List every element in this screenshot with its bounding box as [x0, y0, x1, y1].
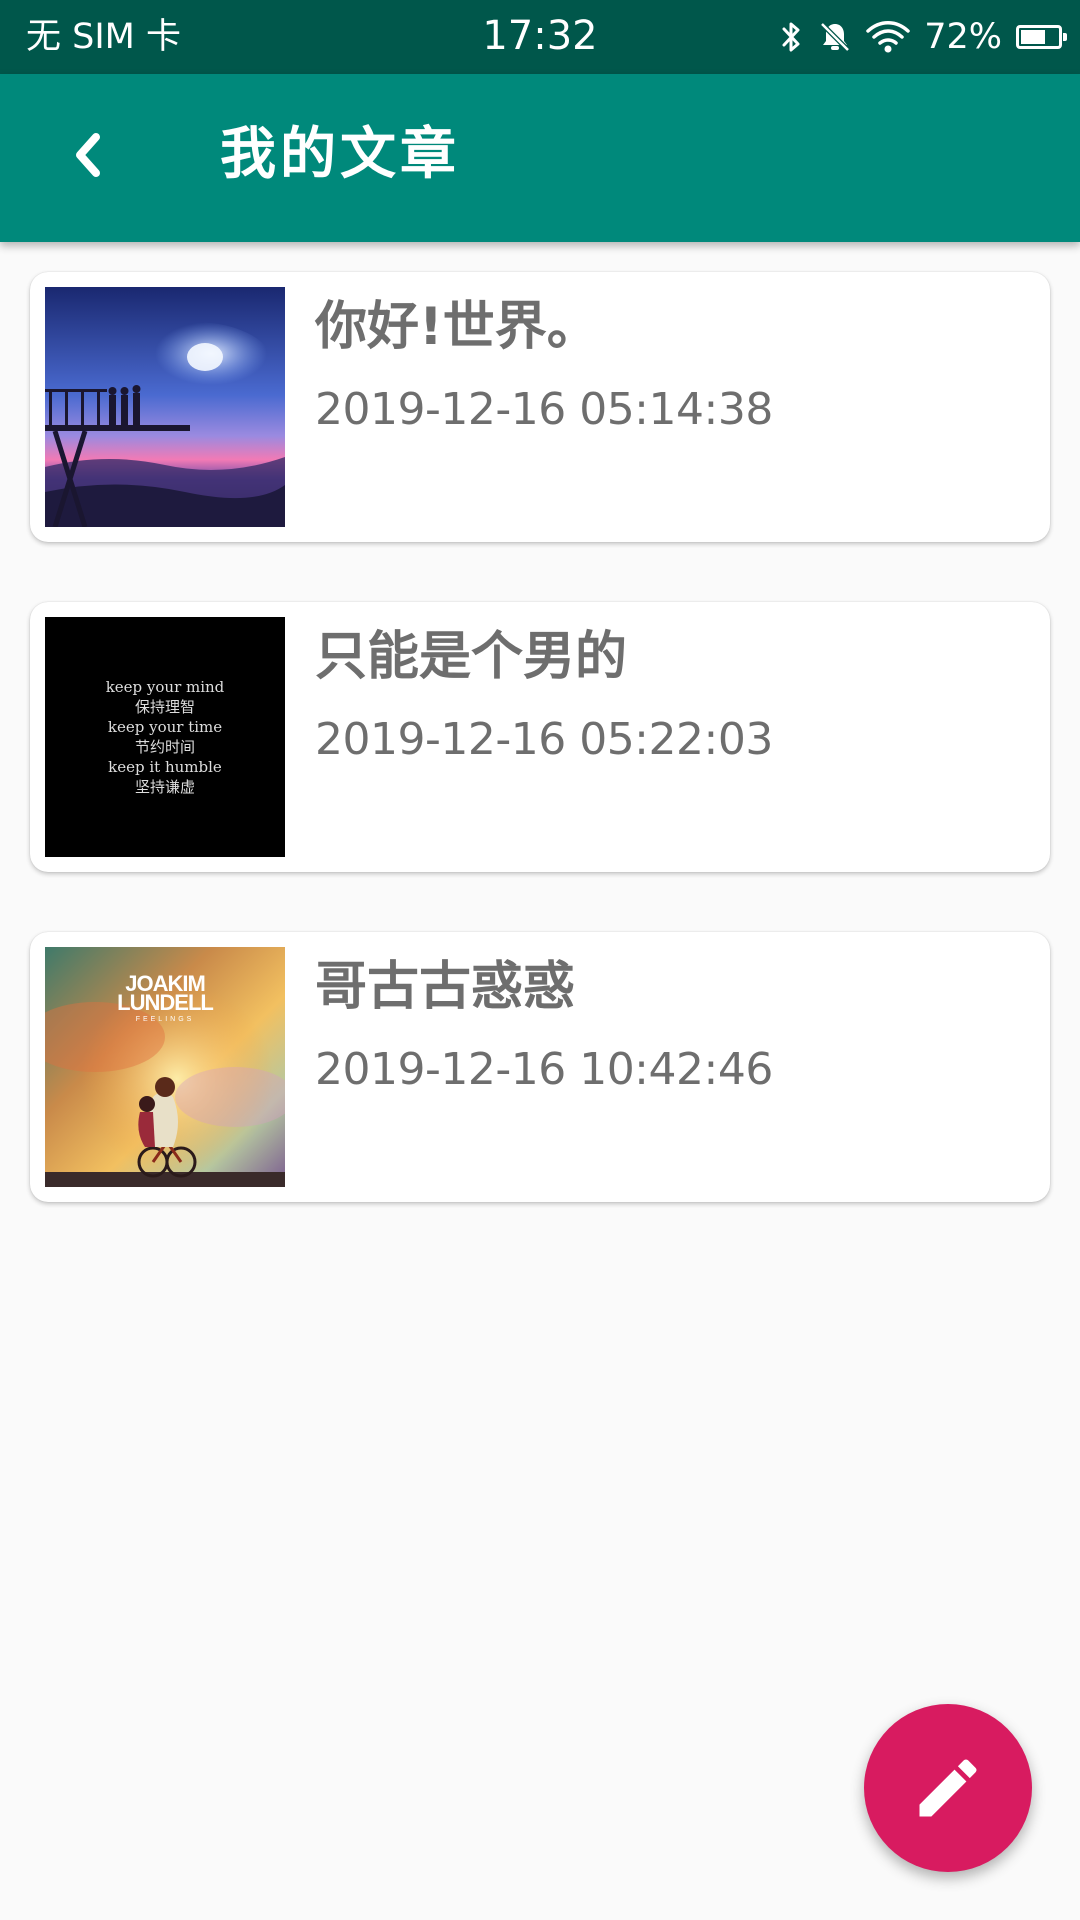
- status-icons: 72%: [780, 12, 1067, 62]
- wifi-icon: [866, 21, 910, 53]
- article-card[interactable]: 你好!世界。 2019-12-16 05:14:38: [30, 272, 1050, 542]
- album-cover-couple-bicycle: JOAKIM LUNDELL FEELINGS: [45, 947, 285, 1187]
- article-card[interactable]: JOAKIM LUNDELL FEELINGS 哥古古惑惑 2019-12-16…: [30, 932, 1050, 1202]
- pencil-icon: [919, 1759, 977, 1817]
- article-title: 哥古古惑惑: [315, 957, 576, 1017]
- album-artist-line: LUNDELL: [117, 990, 213, 1015]
- article-title: 只能是个男的: [315, 627, 628, 687]
- article-date: 2019-12-16 05:22:03: [315, 714, 773, 765]
- back-button[interactable]: [52, 120, 122, 190]
- quote-line: 节约时间: [134, 738, 195, 756]
- night-sky-balcony-illustration: [45, 287, 285, 527]
- battery-icon: [1016, 25, 1067, 49]
- article-title: 你好!世界。: [315, 297, 599, 357]
- battery-level: [1021, 30, 1046, 44]
- article-thumbnail: JOAKIM LUNDELL FEELINGS: [45, 947, 285, 1187]
- article-date: 2019-12-16 10:42:46: [315, 1044, 773, 1095]
- app-bar: 我的文章: [0, 74, 1080, 242]
- quote-line: 保持理智: [134, 698, 195, 716]
- quote-line: keep it humble: [108, 758, 222, 776]
- album-title-line: FEELINGS: [136, 1016, 195, 1023]
- article-card[interactable]: keep your mind 保持理智 keep your time 节约时间 …: [30, 602, 1050, 872]
- bluetooth-icon: [782, 22, 800, 52]
- status-bar: 无 SIM 卡 17:32 72%: [0, 0, 1080, 74]
- quote-line: 坚持谦虚: [134, 778, 195, 796]
- article-date: 2019-12-16 05:14:38: [315, 384, 773, 435]
- quote-line: keep your mind: [105, 678, 225, 696]
- article-thumbnail: keep your mind 保持理智 keep your time 节约时间 …: [45, 617, 285, 857]
- chevron-left-icon: [76, 133, 100, 177]
- bell-off-icon: [820, 22, 850, 52]
- article-thumbnail: [45, 287, 285, 527]
- page-title: 我的文章: [220, 122, 460, 187]
- battery-percent: 72%: [924, 17, 1002, 57]
- new-article-button[interactable]: [864, 1704, 1032, 1872]
- black-quote-image: keep your mind 保持理智 keep your time 节约时间 …: [45, 617, 285, 857]
- quote-line: keep your time: [107, 718, 223, 736]
